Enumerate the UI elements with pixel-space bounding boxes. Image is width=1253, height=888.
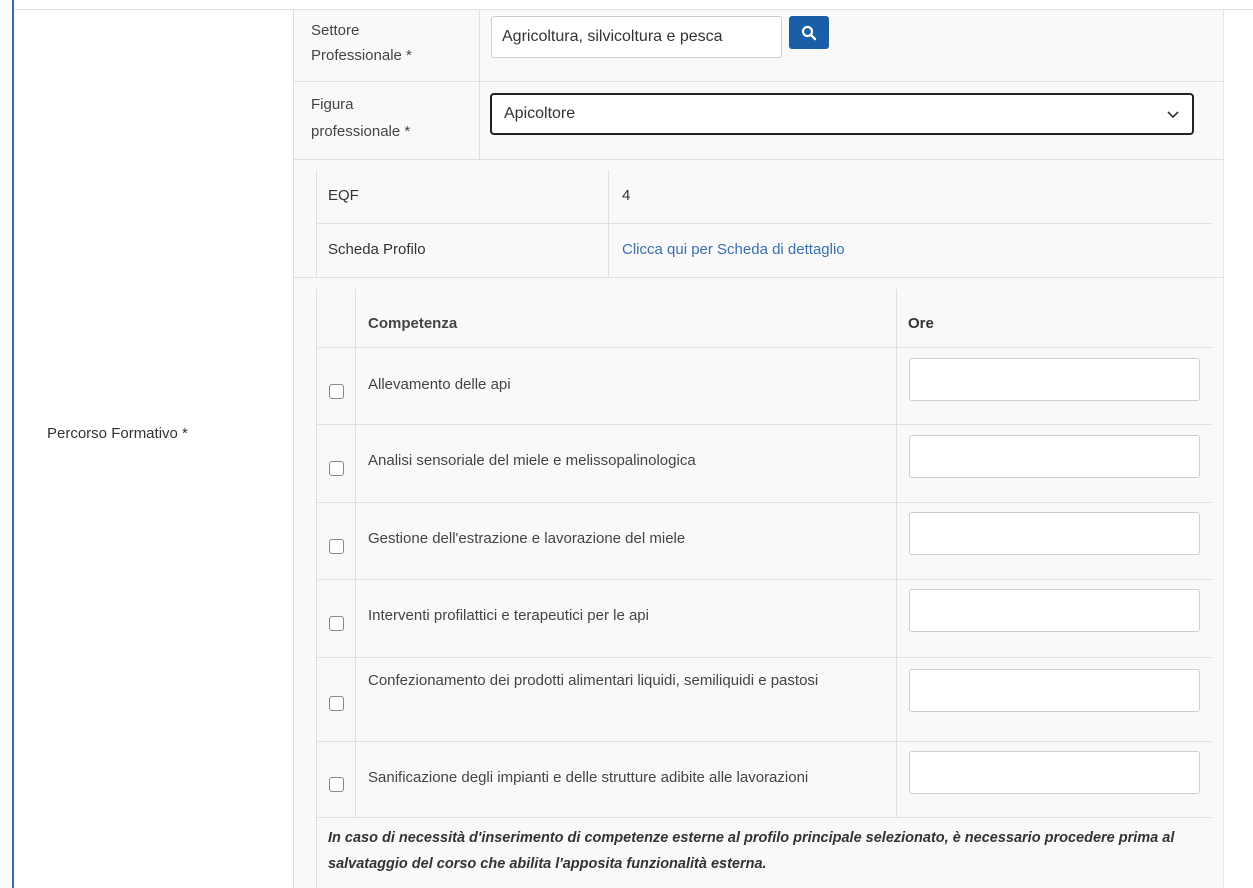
header-ore: Ore [908,315,934,332]
label-column: Percorso Formativo * [14,10,293,888]
competenza-text: Sanificazione degli impianti e delle str… [368,769,809,786]
competenza-text: Gestione dell'estrazione e lavorazione d… [368,530,686,547]
competenza-text: Analisi sensoriale del miele e melissopa… [368,452,696,469]
table-row: Allevamento delle api [316,348,1212,425]
competenze-note: In caso di necessità d'inserimento di co… [328,830,1175,872]
figura-label-line2: professionale * [311,123,411,140]
settore-input-value: Agricoltura, silvicoltura e pesca [502,28,723,45]
scheda-label: Scheda Profilo [328,241,426,258]
competenze-table: Competenza Ore Allevamento delle api Ana… [316,289,1212,888]
eqf-label: EQF [328,187,359,204]
ore-input[interactable] [909,358,1200,401]
competenza-checkbox[interactable] [329,461,344,476]
figura-label-line1: Figura [311,96,354,113]
competenza-checkbox[interactable] [329,777,344,792]
table-row: Confezionamento dei prodotti alimentari … [316,658,1212,742]
ore-input[interactable] [909,512,1200,555]
competenza-checkbox[interactable] [329,384,344,399]
competenza-text: Confezionamento dei prodotti alimentari … [368,672,819,689]
figura-divider [479,82,480,159]
settore-row: Settore Professionale * Agricoltura, sil… [294,10,1224,82]
page: Percorso Formativo * Settore Professiona… [0,0,1253,888]
settore-label-line1: Settore [311,22,360,39]
ore-input[interactable] [909,589,1200,632]
eqf-row: EQF 4 [316,170,1212,224]
search-icon [801,25,817,40]
settore-label-line2: Professionale * [311,47,412,64]
chevron-down-icon [1167,111,1179,119]
form-content: Settore Professionale * Agricoltura, sil… [294,10,1224,888]
scheda-row: Scheda Profilo Clicca qui per Scheda di … [316,224,1212,278]
right-divider [1223,10,1224,888]
competenza-checkbox[interactable] [329,539,344,554]
info-bottom-divider [294,277,1224,278]
figura-row: Figura professionale * Apicoltore [294,82,1224,160]
table-row: Interventi profilattici e terapeutici pe… [316,580,1212,658]
profile-info-table: EQF 4 Scheda Profilo Clicca qui per Sche… [316,170,1212,278]
header-competenza: Competenza [368,315,458,332]
eqf-value: 4 [622,187,631,204]
percorso-formativo-label: Percorso Formativo * [47,425,188,442]
competenza-text: Interventi profilattici e terapeutici pe… [368,607,649,624]
figura-select-value: Apicoltore [504,105,576,122]
table-row: Analisi sensoriale del miele e melissopa… [316,425,1212,503]
ore-input[interactable] [909,669,1200,712]
figura-select[interactable]: Apicoltore [490,93,1194,135]
ore-input[interactable] [909,435,1200,478]
table-row: Sanificazione degli impianti e delle str… [316,742,1212,818]
competenza-checkbox[interactable] [329,616,344,631]
ore-input[interactable] [909,751,1200,794]
competenza-text: Allevamento delle api [368,376,511,393]
table-row: Gestione dell'estrazione e lavorazione d… [316,503,1212,580]
settore-input[interactable]: Agricoltura, silvicoltura e pesca [491,16,782,58]
settore-divider [479,10,480,81]
competenza-checkbox[interactable] [329,696,344,711]
settore-search-button[interactable] [789,16,829,49]
table-header-row: Competenza Ore [316,298,1212,348]
scheda-link[interactable]: Clicca qui per Scheda di dettaglio [622,241,845,258]
